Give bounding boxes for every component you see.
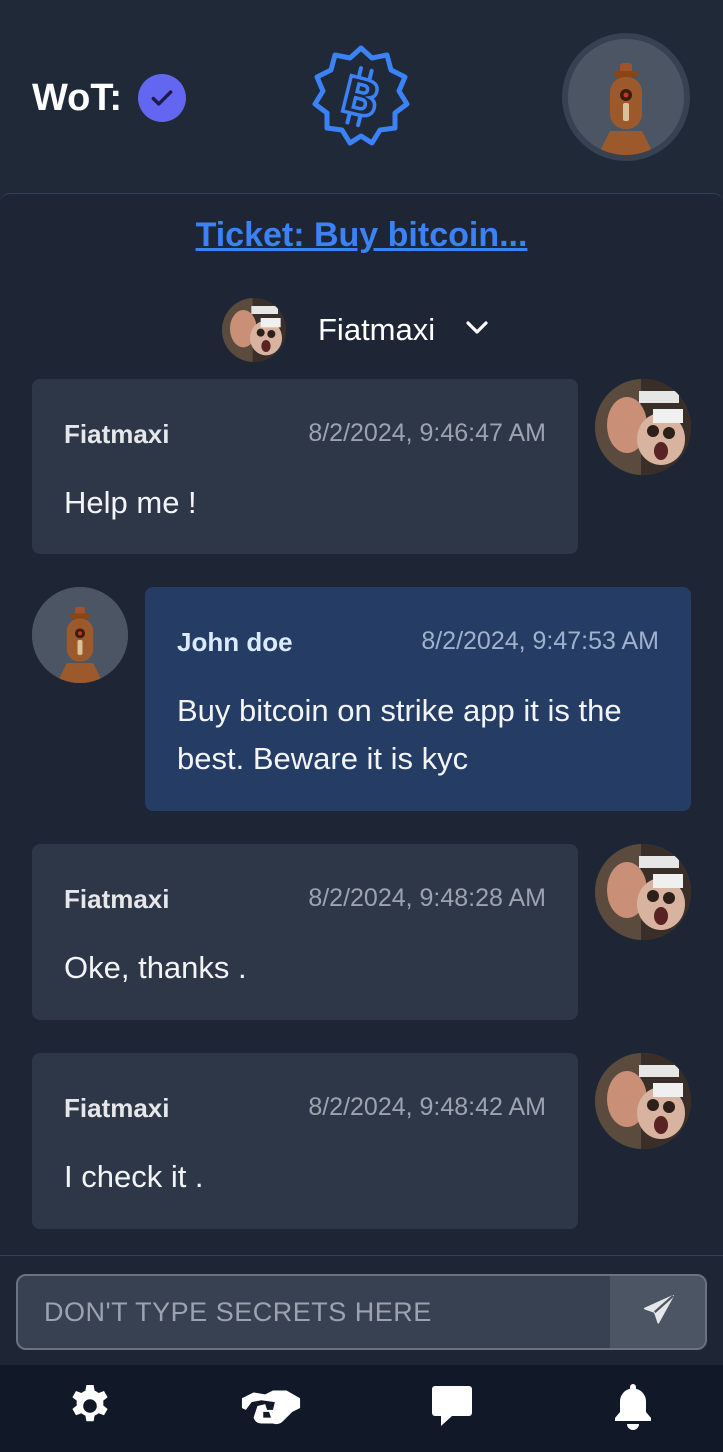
message-author: Fiatmaxi xyxy=(64,1093,170,1123)
message-text: Oke, thanks . xyxy=(64,950,247,985)
fiatmaxi-avatar[interactable] xyxy=(595,1053,691,1149)
bell-icon xyxy=(611,1382,655,1435)
message-author: John doe xyxy=(177,627,293,657)
message-bubble: Fiatmaxi 8/2/2024, 9:48:28 AM Oke, thank… xyxy=(32,844,578,1020)
message-bubble: Fiatmaxi 8/2/2024, 9:48:42 AM I check it… xyxy=(32,1053,578,1229)
fiatmaxi-avatar[interactable] xyxy=(595,844,691,940)
top-header: WoT: B xyxy=(0,0,723,193)
message-timestamp: 8/2/2024, 9:46:47 AM xyxy=(308,419,546,447)
nav-notifications-button[interactable] xyxy=(598,1374,668,1444)
message-input[interactable] xyxy=(18,1276,610,1348)
wot-label: WoT: xyxy=(32,76,123,119)
message-author: Fiatmaxi xyxy=(64,884,170,914)
chevron-down-icon[interactable] xyxy=(465,320,489,341)
fiatmaxi-avatar xyxy=(222,298,286,362)
participant-name: Fiatmaxi xyxy=(318,312,436,347)
bitcoin-badge-icon[interactable]: B xyxy=(308,44,414,150)
message-text: Buy bitcoin on strike app it is the best… xyxy=(177,693,622,776)
message-timestamp: 8/2/2024, 9:48:28 AM xyxy=(308,884,546,912)
nav-settings-button[interactable] xyxy=(55,1374,125,1444)
handshake-icon xyxy=(240,1382,302,1435)
message-timestamp: 8/2/2024, 9:48:42 AM xyxy=(308,1093,546,1121)
message-text: I check it . xyxy=(64,1159,204,1194)
message-composer xyxy=(16,1274,707,1350)
send-button[interactable] xyxy=(610,1276,705,1348)
robot-avatar[interactable] xyxy=(32,587,128,683)
message-bubble-own: John doe 8/2/2024, 9:47:53 AM Buy bitcoi… xyxy=(145,587,691,811)
nav-chat-button[interactable] xyxy=(417,1374,487,1444)
composer-divider xyxy=(0,1255,723,1256)
chat-icon xyxy=(427,1382,477,1435)
nav-trades-button[interactable] xyxy=(236,1374,306,1444)
bottom-nav xyxy=(0,1365,723,1452)
user-avatar[interactable] xyxy=(562,33,690,161)
message-text: Help me ! xyxy=(64,485,197,520)
wot-status: WoT: xyxy=(32,74,187,122)
chat-panel: Ticket: Buy bitcoin... Fiatmaxi Fiatmaxi… xyxy=(0,193,723,1365)
fiatmaxi-avatar[interactable] xyxy=(595,379,691,475)
message-author: Fiatmaxi xyxy=(64,419,170,449)
gear-icon xyxy=(66,1382,114,1435)
check-circle-icon xyxy=(138,74,187,122)
message-bubble: Fiatmaxi 8/2/2024, 9:46:47 AM Help me ! xyxy=(32,379,578,554)
paper-plane-icon xyxy=(642,1293,676,1332)
message-timestamp: 8/2/2024, 9:47:53 AM xyxy=(421,627,659,655)
ticket-title-link[interactable]: Ticket: Buy bitcoin... xyxy=(0,216,723,255)
participant-selector[interactable]: Fiatmaxi xyxy=(222,298,489,362)
